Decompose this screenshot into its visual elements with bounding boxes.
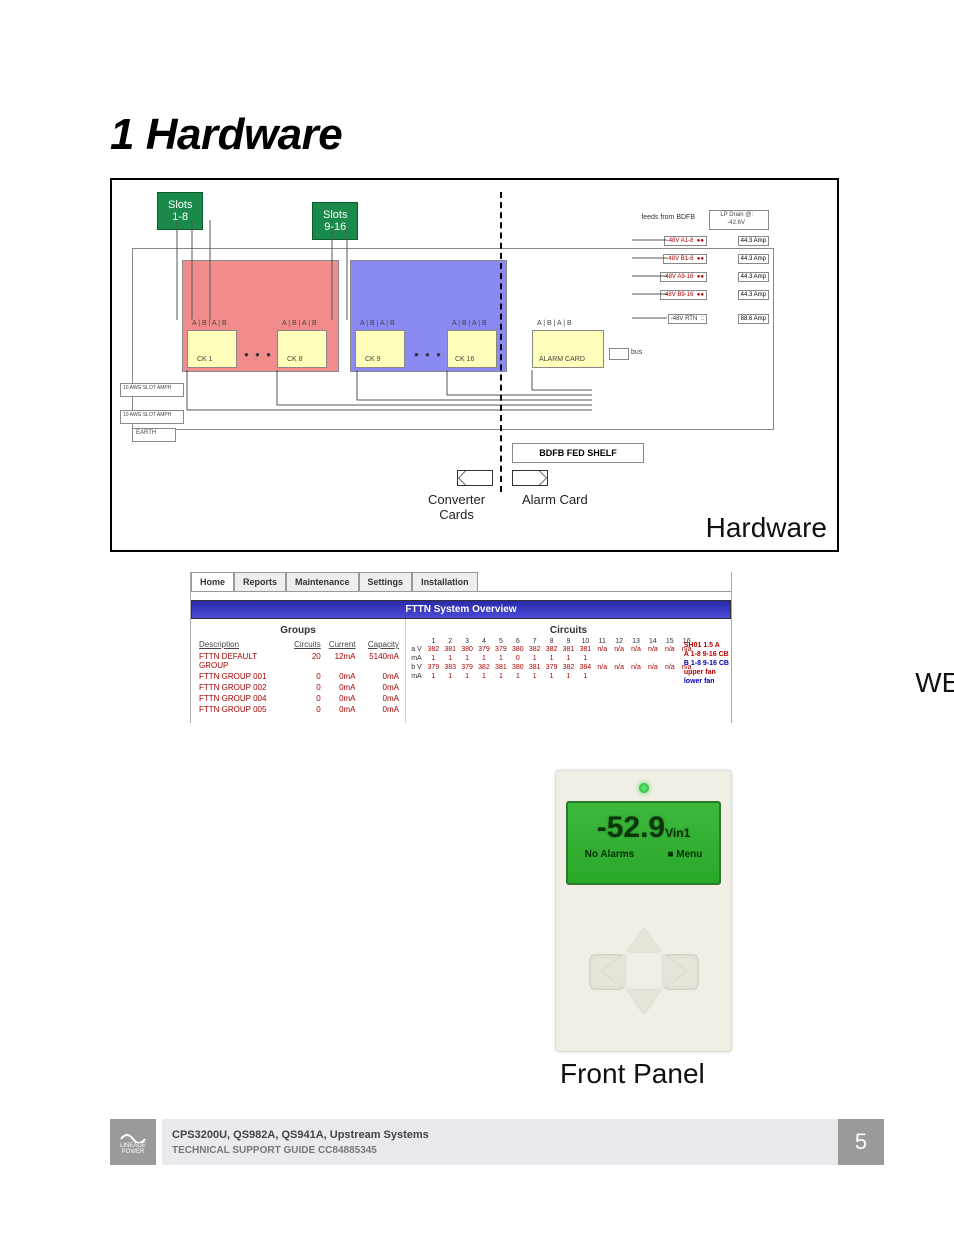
front-panel-section-label: Front Panel: [560, 1058, 705, 1090]
nav-down-button[interactable]: [627, 990, 661, 1014]
group-row[interactable]: FTTN GROUP 00200mA0mA: [193, 682, 403, 693]
circuit-row-a-ma: mA 1111101111: [408, 654, 729, 663]
bdfb-shelf-label: BDFB FED SHELF: [512, 443, 644, 463]
hardware-diagram: Slots 1-8 Slots 9-16 ● ● ● ● ● ● CK 1 CK…: [110, 178, 839, 552]
arrow-right-icon: [512, 470, 548, 486]
converter-cards-caption: Converter Cards: [428, 492, 485, 522]
circuit-row-b-ma: mA 1111111111: [408, 672, 729, 681]
circuit-row-a-v: a V 382381380379379380382382381381n/an/a…: [408, 645, 729, 654]
web-section-label: WEB: [915, 667, 954, 699]
dashed-divider: [500, 192, 502, 492]
hardware-section-label: Hardware: [706, 512, 827, 544]
arrow-left-icon: [457, 470, 493, 486]
footer-models: CPS3200U, QS982A, QS941A, Upstream Syste…: [172, 1129, 828, 1141]
footer-doc-id: TECHNICAL SUPPORT GUIDE CC84885345: [172, 1145, 828, 1156]
lcd-screen: -52.9Vin1 No Alarms ■ Menu: [566, 801, 721, 885]
group-headers: Description Circuits Current Capacity: [193, 638, 403, 651]
tab-reports[interactable]: Reports: [234, 572, 286, 591]
circuit-row-b-v: b V 379383379382381380381379382384n/an/a…: [408, 663, 729, 672]
circuits-title: Circuits: [408, 623, 729, 638]
dpad: [589, 916, 699, 1026]
menu-indicator: ■ Menu: [667, 849, 702, 860]
tab-maintenance[interactable]: Maintenance: [286, 572, 359, 591]
status-led-icon: [639, 783, 649, 793]
group-row[interactable]: FTTN GROUP 00400mA0mA: [193, 693, 403, 704]
voltage-readout: -52.9Vin1: [568, 803, 719, 845]
group-row[interactable]: FTTN GROUP 00100mA0mA: [193, 671, 403, 682]
circuits-panel: Circuits 12345678910111213141516 a V 382…: [406, 619, 731, 723]
groups-panel: Groups Description Circuits Current Capa…: [191, 619, 406, 723]
alarm-status: No Alarms: [585, 849, 635, 860]
circuit-columns: 12345678910111213141516: [408, 638, 729, 645]
page-title: 1 Hardware: [110, 110, 884, 160]
web-banner: FTTN System Overview: [191, 600, 731, 619]
nav-left-button[interactable]: [601, 954, 625, 988]
front-panel-device: -52.9Vin1 No Alarms ■ Menu: [555, 770, 732, 1052]
nav-right-button[interactable]: [663, 954, 687, 988]
group-row[interactable]: FTTN GROUP 00500mA0mA: [193, 704, 403, 715]
tab-home[interactable]: Home: [191, 572, 234, 591]
web-interface-screenshot: Home Reports Maintenance Settings Instal…: [190, 572, 732, 723]
page-footer: LINEAGE POWER CPS3200U, QS982A, QS941A, …: [110, 1119, 884, 1165]
lineage-power-logo: LINEAGE POWER: [110, 1119, 156, 1165]
group-row[interactable]: FTTN DEFAULT GROUP2012mA5140mA: [193, 651, 403, 671]
web-tabs: Home Reports Maintenance Settings Instal…: [191, 572, 731, 592]
groups-title: Groups: [193, 623, 403, 638]
page-number: 5: [838, 1119, 884, 1165]
tab-installation[interactable]: Installation: [412, 572, 478, 591]
alarm-card-caption: Alarm Card: [522, 492, 588, 507]
tab-settings[interactable]: Settings: [359, 572, 413, 591]
circuit-side-info: SH01 1.5 A A 1-8 9-16 CB B 1-8 9-16 CB u…: [684, 641, 729, 686]
nav-up-button[interactable]: [627, 928, 661, 952]
